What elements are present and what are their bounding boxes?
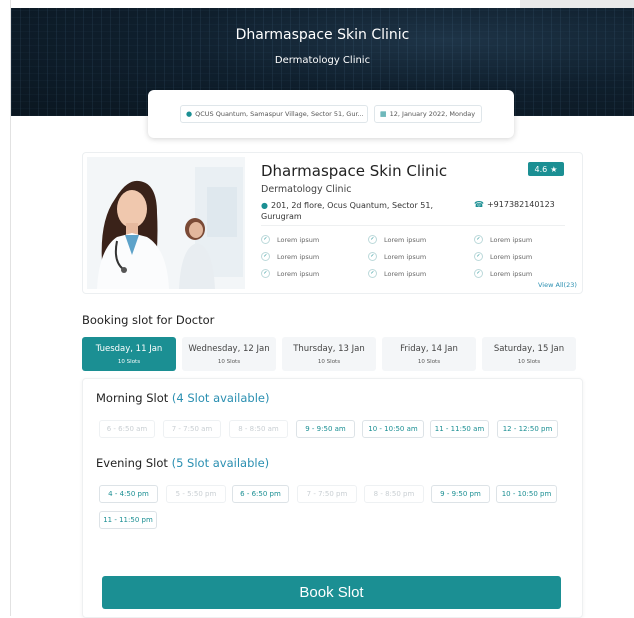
morning-slot-chip[interactable]: 11 - 11:50 am xyxy=(430,420,489,438)
clinic-phone[interactable]: ☎ +917382140123 xyxy=(474,200,555,209)
location-value: QCUS Quantum, Samaspur Village, Sector 5… xyxy=(195,110,364,118)
feature-item: ✓ Lorem ipsum xyxy=(474,252,532,261)
star-icon: ★ xyxy=(550,164,558,174)
morning-availability: (4 Slot available) xyxy=(171,391,270,405)
page-subtitle: Dermatology Clinic xyxy=(274,55,371,66)
morning-slot-chip: 6 - 6:50 am xyxy=(99,420,155,438)
evening-slot-chip: 8 - 8:50 pm xyxy=(364,485,424,503)
clinic-address: ● 201, 2d flore, Ocus Quantum, Sector 51,… xyxy=(261,200,451,222)
day-label: Wednesday, 12 Jan xyxy=(188,344,270,354)
day-label: Friday, 14 Jan xyxy=(400,344,458,354)
feature-item: ✓ Lorem ipsum xyxy=(474,235,532,244)
phone-number: +917382140123 xyxy=(486,200,555,209)
location-pin-icon: ● xyxy=(186,110,193,118)
phone-icon: ☎ xyxy=(474,200,484,209)
check-icon: ✓ xyxy=(474,235,483,244)
day-label: Saturday, 15 Jan xyxy=(493,344,565,354)
slot-count: 10 Slots xyxy=(417,359,441,365)
evening-slot-chip[interactable]: 10 - 10:50 pm xyxy=(496,485,557,503)
feature-item: ✓ Lorem ipsum xyxy=(368,269,426,278)
morning-slot-title: Morning Slot xyxy=(96,391,169,405)
morning-slot-chip[interactable]: 10 - 10:50 am xyxy=(362,420,424,438)
feature-item: ✓ Lorem ipsum xyxy=(261,252,319,261)
evening-slot-chip[interactable]: 6 - 6:50 pm xyxy=(232,485,289,503)
date-selector[interactable]: ▦ 12, January 2022, Monday xyxy=(374,105,482,123)
book-slot-button[interactable]: Book Slot xyxy=(102,576,561,609)
evening-slot-chip[interactable]: 11 - 11:50 pm xyxy=(99,511,157,529)
morning-slot-chip: 8 - 8:50 am xyxy=(229,420,288,438)
feature-item: ✓ Lorem ipsum xyxy=(368,252,426,261)
rating-badge: 4.6 ★ xyxy=(528,162,564,176)
check-icon: ✓ xyxy=(368,235,377,244)
feature-item: ✓ Lorem ipsum xyxy=(261,235,319,244)
location-pin-icon: ● xyxy=(261,201,268,210)
check-icon: ✓ xyxy=(261,269,270,278)
rating-value: 4.6 xyxy=(534,164,548,174)
evening-slot-chip: 7 - 7:50 pm xyxy=(297,485,357,503)
check-icon: ✓ xyxy=(261,235,270,244)
evening-slot-chip[interactable]: 4 - 4:50 pm xyxy=(99,485,158,503)
check-icon: ✓ xyxy=(474,269,483,278)
morning-slot-chip[interactable]: 9 - 9:50 am xyxy=(296,420,355,438)
calendar-icon: ▦ xyxy=(380,110,387,118)
day-tab-friday[interactable]: Friday, 14 Jan 10 Slots xyxy=(382,337,476,371)
check-icon: ✓ xyxy=(368,252,377,261)
day-tab-thursday[interactable]: Thursday, 13 Jan 10 Slots xyxy=(282,337,376,371)
evening-slot-title: Evening Slot xyxy=(96,456,168,470)
search-bar: ● QCUS Quantum, Samaspur Village, Sector… xyxy=(148,90,514,138)
evening-slot-chip: 5 - 5:50 pm xyxy=(166,485,226,503)
slot-count: 10 Slots xyxy=(217,359,241,365)
feature-item: ✓ Lorem ipsum xyxy=(474,269,532,278)
page-title: Dharmaspace Skin Clinic xyxy=(235,27,410,43)
clinic-type: Dermatology Clinic xyxy=(261,184,352,195)
day-tab-saturday[interactable]: Saturday, 15 Jan 10 Slots xyxy=(482,337,576,371)
morning-slot-chip: 7 - 7:50 am xyxy=(163,420,221,438)
day-label: Tuesday, 11 Jan xyxy=(95,344,163,354)
address-text: 201, 2d flore, Ocus Quantum, Sector 51, … xyxy=(261,201,433,221)
slot-count: 10 Slots xyxy=(517,359,541,365)
location-selector[interactable]: ● QCUS Quantum, Samaspur Village, Sector… xyxy=(180,105,368,123)
clinic-name: Dharmaspace Skin Clinic xyxy=(261,162,448,180)
slot-count: 10 Slots xyxy=(317,359,341,365)
morning-slot-chip[interactable]: 12 - 12:50 pm xyxy=(497,420,558,438)
date-value: 12, January 2022, Monday xyxy=(389,110,476,118)
day-tab-tuesday[interactable]: Tuesday, 11 Jan 10 Slots xyxy=(82,337,176,371)
day-label: Thursday, 13 Jan xyxy=(293,344,365,354)
view-all-link[interactable]: View All(23) xyxy=(538,281,577,289)
feature-item: ✓ Lorem ipsum xyxy=(368,235,426,244)
slot-count: 10 Slots xyxy=(117,359,141,365)
booking-heading: Booking slot for Doctor xyxy=(82,313,215,327)
check-icon: ✓ xyxy=(474,252,483,261)
check-icon: ✓ xyxy=(368,269,377,278)
check-icon: ✓ xyxy=(261,252,270,261)
evening-slot-chip[interactable]: 9 - 9:50 pm xyxy=(431,485,490,503)
feature-item: ✓ Lorem ipsum xyxy=(261,269,319,278)
day-tab-wednesday[interactable]: Wednesday, 12 Jan 10 Slots xyxy=(182,337,276,371)
morning-slot-heading: Morning Slot (4 Slot available) xyxy=(96,391,269,405)
divider xyxy=(261,225,565,226)
doctor-photo xyxy=(87,157,245,289)
evening-availability: (5 Slot available) xyxy=(171,456,270,470)
evening-slot-heading: Evening Slot (5 Slot available) xyxy=(96,456,269,470)
